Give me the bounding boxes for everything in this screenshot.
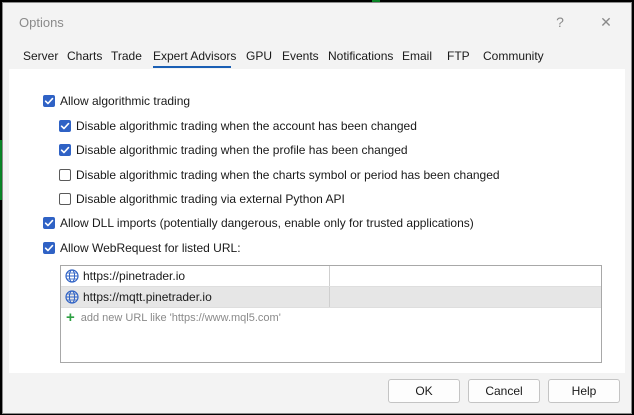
checkbox[interactable] (43, 242, 55, 254)
option-label: Allow WebRequest for listed URL: (60, 241, 241, 255)
url-text: https://mqtt.pinetrader.io (83, 290, 212, 304)
tab-email[interactable]: Email (402, 49, 432, 63)
checkbox[interactable] (43, 217, 55, 229)
option-label: Allow algorithmic trading (60, 94, 191, 108)
checkbox[interactable] (59, 144, 71, 156)
globe-icon (65, 290, 79, 304)
checkbox[interactable] (59, 169, 71, 181)
option-allow-algo-trading[interactable]: Allow algorithmic trading (43, 93, 190, 109)
option-label: Disable algorithmic trading via external… (76, 192, 345, 206)
help-button[interactable]: Help (548, 379, 620, 403)
url-row[interactable]: https://pinetrader.io (61, 266, 601, 286)
option-disable-python-api[interactable]: Disable algorithmic trading via external… (59, 191, 345, 207)
tab-notifications[interactable]: Notifications (328, 49, 393, 63)
active-tab-indicator (153, 66, 231, 68)
tab-server[interactable]: Server (23, 49, 58, 63)
tab-community[interactable]: Community (483, 49, 544, 63)
url-row-selected[interactable]: https://mqtt.pinetrader.io (61, 287, 601, 307)
option-disable-on-profile-change[interactable]: Disable algorithmic trading when the pro… (59, 142, 408, 158)
plus-icon: + (66, 309, 75, 326)
option-label: Disable algorithmic trading when the cha… (76, 168, 500, 182)
url-list[interactable]: https://pinetrader.io https://mqtt.pinet… (60, 265, 602, 363)
url-text: https://pinetrader.io (83, 269, 186, 283)
tab-charts[interactable]: Charts (67, 49, 102, 63)
close-icon[interactable]: ✕ (589, 9, 623, 35)
tab-expert-advisors[interactable]: Expert Advisors (153, 49, 236, 63)
tab-events[interactable]: Events (282, 49, 319, 63)
checkbox[interactable] (59, 120, 71, 132)
option-allow-dll-imports[interactable]: Allow DLL imports (potentially dangerous… (43, 215, 474, 231)
option-label: Disable algorithmic trading when the pro… (76, 143, 408, 157)
checkbox[interactable] (59, 193, 71, 205)
add-url-placeholder: add new URL like 'https://www.mql5.com' (80, 312, 281, 324)
window-title: Options (19, 15, 64, 30)
tab-bar: Server Charts Trade Expert Advisors GPU … (3, 45, 631, 69)
option-label: Disable algorithmic trading when the acc… (76, 119, 417, 133)
option-disable-on-symbol-change[interactable]: Disable algorithmic trading when the cha… (59, 167, 500, 183)
checkbox[interactable] (43, 95, 55, 107)
expert-advisors-panel: Allow algorithmic trading Disable algori… (9, 69, 625, 373)
help-icon[interactable]: ? (543, 9, 577, 35)
option-disable-on-account-change[interactable]: Disable algorithmic trading when the acc… (59, 118, 417, 134)
title-bar: Options ? ✕ (3, 3, 631, 41)
column-divider (329, 287, 330, 307)
options-dialog: Options ? ✕ Server Charts Trade Expert A… (2, 2, 632, 414)
tab-ftp[interactable]: FTP (447, 49, 470, 63)
tab-trade[interactable]: Trade (111, 49, 142, 63)
option-label: Allow DLL imports (potentially dangerous… (60, 216, 474, 230)
globe-icon (65, 269, 79, 283)
option-allow-webrequest[interactable]: Allow WebRequest for listed URL: (43, 240, 241, 256)
cancel-button[interactable]: Cancel (468, 379, 540, 403)
tab-gpu[interactable]: GPU (246, 49, 272, 63)
add-url-row[interactable]: + add new URL like 'https://www.mql5.com… (61, 308, 601, 328)
ok-button[interactable]: OK (388, 379, 460, 403)
column-divider (329, 266, 330, 286)
